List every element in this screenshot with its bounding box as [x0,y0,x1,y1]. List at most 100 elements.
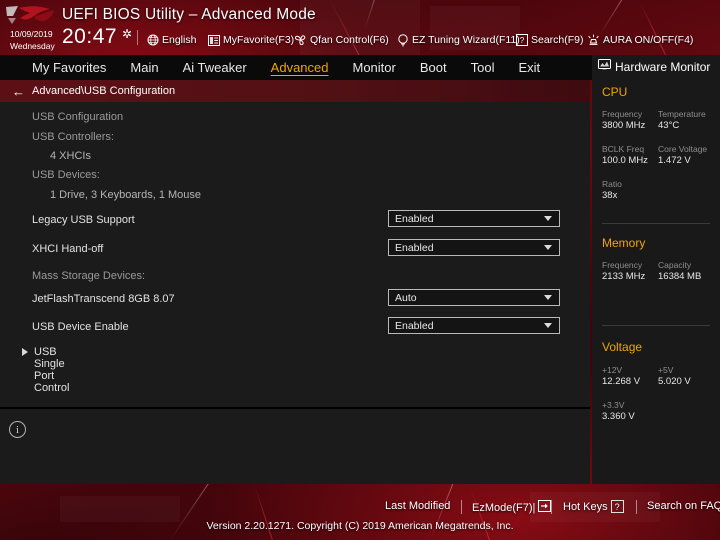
footer-divider [551,500,552,514]
chevron-down-icon [544,245,552,250]
bios-screen: UEFI BIOS Utility – Advanced Mode 10/09/… [0,0,720,540]
submenu-label: USB Single Port Control [34,346,70,394]
svg-text:?: ? [519,36,524,45]
usb-devices-value: 1 Drive, 3 Keyboards, 1 Mouse [50,189,202,201]
v33-key: +3.3V [602,400,625,410]
chevron-down-icon [544,216,552,221]
v12-value: 12.268 V [602,376,641,387]
tab-boot[interactable]: Boot [408,55,459,80]
clock-display: 20:47 [62,25,118,48]
last-modified-label: Last Modified [385,500,451,512]
hardware-monitor-label: Hardware Monitor [615,59,711,74]
last-modified-button[interactable]: Last Modified [385,500,450,512]
aura-light-icon [587,34,600,47]
hwmon-section-memory: Memory [602,236,646,250]
memory-frequency-value: 2133 MHz [602,271,646,282]
bclk-freq-value: 100.0 MHz [602,155,648,166]
breadcrumb[interactable]: ← Advanced\USB Configuration [0,80,590,102]
question-key-icon: ? [610,500,624,513]
tab-monitor[interactable]: Monitor [341,55,408,80]
list-icon [207,34,220,47]
hardware-monitor-panel: Hardware Monitor CPU Frequency 3800 MHz … [592,55,720,484]
dropdown-value: Enabled [395,241,434,254]
hot-keys-button[interactable]: Hot Keys ? [563,500,624,513]
header-divider [137,30,138,45]
footer-divider [461,500,462,514]
hot-keys-label: Hot Keys [563,500,608,513]
usb-device-enable-dropdown[interactable]: Enabled [388,317,560,334]
setting-label: Legacy USB Support [32,214,135,226]
info-circle-icon[interactable]: i [9,421,26,438]
language-button[interactable]: English [146,32,196,48]
setting-row-legacy-usb-support[interactable]: Legacy USB Support Enabled [0,208,590,236]
language-label: English [162,34,197,46]
tab-ai-tweaker[interactable]: Ai Tweaker [171,55,259,80]
setting-row-jetflash-transcend[interactable]: JetFlashTranscend 8GB 8.07 Auto [0,287,590,315]
cpu-temperature-key: Temperature [658,109,706,119]
monitor-icon [598,59,611,74]
hwmon-section-voltage: Voltage [602,340,643,354]
gear-icon[interactable]: ✲ [122,27,132,41]
ez-tuning-wizard-button[interactable]: EZ Tuning Wizard(F11) [396,32,520,48]
aura-toggle-label: AURA ON/OFF(F4) [603,34,694,46]
search-button[interactable]: ? Search(F9) [515,32,584,48]
qfan-control-button[interactable]: Qfan Control(F6) [294,32,389,48]
hardware-monitor-title: Hardware Monitor [598,59,710,74]
setting-label: USB Device Enable [32,321,129,333]
tab-exit[interactable]: Exit [506,55,552,80]
hwmon-section-cpu: CPU [602,85,628,99]
exit-arrow-icon [538,500,552,515]
setting-label: JetFlashTranscend 8GB 8.07 [32,293,175,305]
chevron-down-icon [544,323,552,328]
version-text: Version 2.20.1271. Copyright (C) 2019 Am… [206,520,514,532]
date-text: 10/09/2019 [10,29,53,39]
myfavorite-button[interactable]: MyFavorite(F3) [207,32,294,48]
chevron-down-icon [544,295,552,300]
ratio-key: Ratio [602,179,622,189]
setting-row-usb-device-enable[interactable]: USB Device Enable Enabled [0,315,590,343]
globe-icon [146,34,159,47]
ratio-value: 38x [602,190,618,201]
back-arrow-icon[interactable]: ← [12,85,25,98]
hwmon-divider [602,223,710,224]
legacy-usb-support-dropdown[interactable]: Enabled [388,210,560,227]
jetflash-transcend-dropdown[interactable]: Auto [388,289,560,306]
v33-value: 3.360 V [602,411,635,422]
aura-toggle-button[interactable]: AURA ON/OFF(F4) [587,32,693,48]
section-title: USB Configuration [32,111,124,123]
bclk-freq-key: BCLK Freq [602,144,645,154]
lightbulb-icon [396,33,409,47]
search-label: Search(F9) [531,34,584,46]
ezmode-button[interactable]: EzMode(F7)| [472,500,552,515]
ez-tuning-wizard-label: EZ Tuning Wizard(F11) [412,34,520,46]
search-on-faq-label: Search on FAQ [647,500,720,512]
tab-main[interactable]: Main [118,55,170,80]
question-box-icon: ? [515,34,528,47]
myfavorite-label: MyFavorite(F3) [223,34,295,46]
memory-frequency-key: Frequency [602,260,643,270]
usb-devices-label: USB Devices: [32,169,100,181]
qfan-control-label: Qfan Control(F6) [310,34,389,46]
tab-tool[interactable]: Tool [459,55,507,80]
date-display: 10/09/2019 Wednesday [10,29,55,51]
dropdown-value: Auto [395,291,417,304]
xhci-hand-off-dropdown[interactable]: Enabled [388,239,560,256]
search-on-faq-button[interactable]: Search on FAQ [647,500,720,512]
weekday-text: Wednesday [10,41,55,51]
page-title: UEFI BIOS Utility – Advanced Mode [62,6,316,23]
cpu-temperature-value: 43°C [658,120,680,131]
tab-my-favorites[interactable]: My Favorites [20,55,118,80]
triangle-right-icon [22,348,28,356]
ezmode-label: EzMode(F7)| [472,501,536,514]
dropdown-value: Enabled [395,212,434,225]
tab-advanced[interactable]: Advanced [259,55,341,80]
settings-panel: USB Configuration USB Controllers: 4 XHC… [0,102,590,407]
header-bar: UEFI BIOS Utility – Advanced Mode 10/09/… [0,0,720,55]
fan-icon [294,34,307,47]
v12-key: +12V [602,365,623,375]
memory-capacity-key: Capacity [658,260,692,270]
setting-label: Mass Storage Devices: [32,270,146,282]
cpu-frequency-key: Frequency [602,109,643,119]
setting-row-xhci-hand-off[interactable]: XHCI Hand-off Enabled [0,237,590,265]
hwmon-divider [602,325,710,326]
